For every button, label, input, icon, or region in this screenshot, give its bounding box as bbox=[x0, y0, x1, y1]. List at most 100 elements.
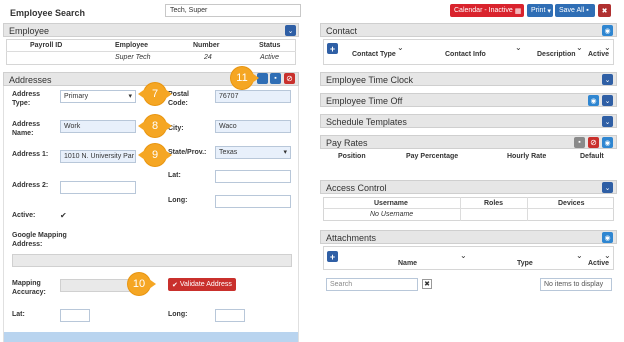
postal-code-input[interactable]: 76707 bbox=[215, 90, 291, 103]
chevron-down-icon[interactable]: ⌄ bbox=[576, 251, 583, 260]
save-all-label: Save All bbox=[559, 7, 585, 14]
chevron-down-icon[interactable]: ⌄ bbox=[604, 251, 611, 260]
address2-input[interactable] bbox=[60, 181, 136, 194]
callout-pointer bbox=[149, 279, 156, 289]
time-off-title: Employee Time Off bbox=[326, 96, 403, 106]
time-off-section-header[interactable]: Employee Time Off bbox=[320, 93, 617, 107]
access-control-section-header[interactable]: Access Control bbox=[320, 180, 617, 194]
employee-col-employee: Employee bbox=[115, 42, 149, 49]
access-col-divider bbox=[460, 197, 461, 221]
time-clock-section-header[interactable]: Employee Time Clock bbox=[320, 72, 617, 86]
caret-down-icon: ▾ bbox=[547, 7, 551, 15]
cancel-icon[interactable]: ⊘ bbox=[588, 137, 599, 148]
long-label: Long: bbox=[168, 311, 188, 318]
print-button[interactable]: Print ▾ bbox=[527, 4, 553, 17]
check-icon: ✔ bbox=[172, 281, 178, 289]
pay-rates-section-header[interactable]: Pay Rates bbox=[320, 135, 617, 149]
contact-col-active: Active bbox=[588, 51, 610, 58]
callout-10-badge: 10 bbox=[128, 273, 150, 295]
right-lat-input[interactable] bbox=[215, 170, 291, 183]
callout-pointer bbox=[252, 73, 259, 83]
pay-rates-title: Pay Rates bbox=[326, 138, 368, 148]
address-name-input[interactable]: Work bbox=[60, 120, 136, 133]
city-input[interactable]: Waco bbox=[215, 120, 291, 133]
address-name-label: Address Name: bbox=[12, 121, 41, 137]
state-label: State/Prov.: bbox=[168, 149, 207, 156]
close-button[interactable]: ✖ bbox=[598, 4, 611, 17]
address1-input[interactable]: 1010 N. University Par bbox=[60, 150, 136, 163]
chevron-down-icon[interactable]: ⌄ bbox=[285, 25, 296, 36]
mapping-accuracy-field bbox=[60, 279, 136, 292]
save-icon[interactable]: ▪ bbox=[574, 137, 585, 148]
eye-icon[interactable]: ◉ bbox=[602, 25, 613, 36]
active-label: Active: bbox=[12, 212, 36, 219]
page-title: Employee Search bbox=[10, 8, 86, 18]
access-empty-row: No Username bbox=[370, 211, 414, 218]
active-checkbox[interactable]: ✔ bbox=[60, 211, 67, 220]
save-icon[interactable]: ▪ bbox=[270, 73, 281, 84]
pay-col-position: Position bbox=[338, 153, 366, 160]
chevron-down-icon[interactable]: ⌄ bbox=[576, 43, 583, 52]
callout-pointer bbox=[165, 89, 172, 99]
postal-code-label: Postal Code: bbox=[168, 91, 190, 107]
address-type-select[interactable]: Primary ▾ bbox=[60, 90, 136, 103]
schedule-templates-title: Schedule Templates bbox=[326, 117, 407, 127]
access-table-divider bbox=[323, 208, 614, 209]
eye-icon[interactable]: ◉ bbox=[588, 95, 599, 106]
employee-cell-number: 24 bbox=[204, 54, 212, 61]
address1-label: Address 1: bbox=[12, 151, 49, 158]
callout-9-badge: 9 bbox=[144, 144, 166, 166]
chevron-down-icon[interactable]: ⌄ bbox=[515, 43, 522, 52]
right-long-input[interactable] bbox=[215, 195, 291, 208]
lat-input[interactable] bbox=[60, 309, 90, 322]
add-attachment-button[interactable]: + bbox=[327, 251, 338, 262]
right-long-label: Long: bbox=[168, 197, 188, 204]
long-input[interactable] bbox=[215, 309, 245, 322]
lat-label: Lat: bbox=[12, 311, 25, 318]
address-type-value: Primary bbox=[64, 93, 89, 100]
chevron-down-icon[interactable]: ⌄ bbox=[602, 116, 613, 127]
cancel-icon[interactable]: ⊘ bbox=[284, 73, 295, 84]
add-contact-button[interactable]: + bbox=[327, 43, 338, 54]
save-all-button[interactable]: Save All ▪ bbox=[555, 4, 595, 17]
attachments-table bbox=[323, 246, 614, 270]
google-mapping-address-field bbox=[12, 254, 292, 267]
state-select[interactable]: Texas ▾ bbox=[215, 146, 291, 159]
validate-address-button[interactable]: ✔ Validate Address bbox=[168, 278, 236, 291]
employee-section-title: Employee bbox=[9, 26, 50, 36]
callout-pointer bbox=[165, 150, 172, 160]
callout-7-badge: 7 bbox=[144, 83, 166, 105]
pay-col-percentage: Pay Percentage bbox=[406, 153, 459, 160]
calendar-label: Calendar - Inactive bbox=[454, 7, 513, 14]
employee-cell-name[interactable]: Super Tech bbox=[115, 54, 151, 61]
clear-search-icon[interactable]: ✖ bbox=[422, 279, 432, 289]
pay-col-default: Default bbox=[580, 153, 604, 160]
access-col-roles: Roles bbox=[484, 200, 504, 207]
no-items-label: No items to display bbox=[540, 278, 612, 291]
time-clock-title: Employee Time Clock bbox=[326, 75, 414, 85]
attachments-col-type: Type bbox=[517, 260, 533, 267]
chevron-down-icon[interactable]: ⌄ bbox=[604, 43, 611, 52]
callout-10: 10 bbox=[128, 273, 156, 295]
access-control-title: Access Control bbox=[326, 183, 387, 193]
chevron-down-icon[interactable]: ⌄ bbox=[602, 182, 613, 193]
callout-8: 8 bbox=[138, 115, 172, 137]
employee-section-header[interactable]: Employee bbox=[3, 23, 299, 37]
callout-11: 11 bbox=[231, 67, 259, 89]
attachments-section-header[interactable]: Attachments bbox=[320, 230, 617, 244]
attachments-title: Attachments bbox=[326, 233, 377, 243]
calendar-inactive-button[interactable]: Calendar - Inactive ▦ bbox=[450, 4, 524, 17]
employee-search-input[interactable]: Tech, Super bbox=[165, 4, 301, 17]
address-type-label: Address Type: bbox=[12, 91, 41, 107]
chevron-down-icon[interactable]: ⌄ bbox=[602, 95, 613, 106]
mapping-accuracy-label: Mapping Accuracy: bbox=[12, 280, 46, 296]
chevron-down-icon[interactable]: ⌄ bbox=[397, 43, 404, 52]
eye-icon[interactable]: ◉ bbox=[602, 137, 613, 148]
chevron-down-icon[interactable]: ⌄ bbox=[602, 74, 613, 85]
contact-section-header[interactable]: Contact bbox=[320, 23, 617, 37]
schedule-templates-section-header[interactable]: Schedule Templates bbox=[320, 114, 617, 128]
eye-icon[interactable]: ◉ bbox=[602, 232, 613, 243]
attachments-search-input[interactable]: Search bbox=[326, 278, 418, 291]
chevron-down-icon[interactable]: ⌄ bbox=[460, 251, 467, 260]
callout-pointer bbox=[138, 121, 145, 131]
